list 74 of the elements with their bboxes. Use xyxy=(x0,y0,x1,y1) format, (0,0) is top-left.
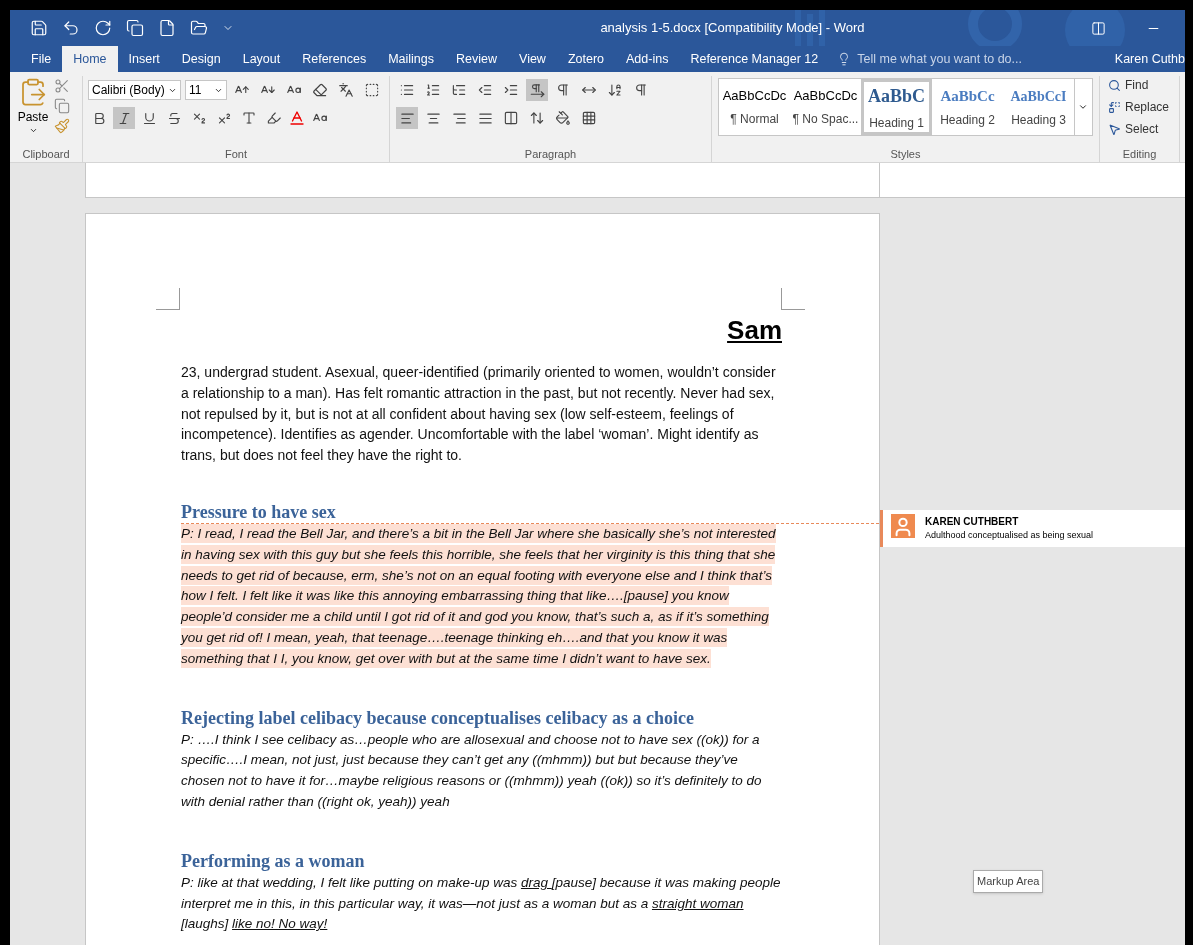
ribbon-tab[interactable]: Mailings xyxy=(377,46,445,72)
section-heading: Rejecting label celibacy because conceptualises celibacy as a choice xyxy=(181,706,695,729)
ribbon-tab[interactable]: Insert xyxy=(117,46,171,72)
section-heading: Performing as a woman xyxy=(181,849,366,872)
transcript-paragraph: P: ….I think I see celibacy as…people who are allosexual and choose not to have sex ((ok)) for a specific….I mean, not just, just because they can’t get any ((mhmm)) but but because they’ve chosen not to have it for…maybe religious reasons or ((mhmm)) yeah ((ok)) so it’s definitely to do with denial rather than ((right ok, yeah)) yeah xyxy=(181,730,763,811)
section-heading: Pressure to have sex xyxy=(181,501,337,523)
select-button[interactable]: Select xyxy=(1108,120,1171,138)
align-center-icon xyxy=(425,110,441,126)
cut-icon[interactable] xyxy=(54,78,70,94)
align-justify-icon xyxy=(477,110,493,126)
ribbon-tab[interactable]: Design xyxy=(170,46,232,72)
save-icon[interactable] xyxy=(30,19,48,37)
ribbon-tab[interactable]: File xyxy=(20,46,63,72)
comment-balloon[interactable]: KAREN CUTHBERT Adulthood conceptualised as being sexual xyxy=(880,510,1185,547)
style-item[interactable]: AaBbC Heading 1 xyxy=(861,79,932,135)
find-icon xyxy=(1108,78,1121,92)
select-icon xyxy=(1108,122,1121,136)
subscript-icon xyxy=(191,110,207,126)
ribbon-tab[interactable]: Layout xyxy=(231,46,292,72)
strike-icon xyxy=(166,110,182,126)
ribbon-display-icon[interactable] xyxy=(1091,20,1106,36)
style-item[interactable]: AaBbCc Heading 2 xyxy=(932,79,1003,135)
new-icon[interactable] xyxy=(158,19,176,37)
copy-icon[interactable] xyxy=(126,19,144,37)
undo-icon[interactable] xyxy=(62,19,80,37)
ribbon-tab[interactable]: Home xyxy=(62,46,118,72)
tell-me-field[interactable]: Tell me what you want to do... xyxy=(857,49,1058,69)
style-item[interactable]: AaBbCcI Heading 3 xyxy=(1003,79,1074,135)
caret-icon xyxy=(28,126,38,135)
ribbon-tab[interactable]: References xyxy=(291,46,378,72)
redo-icon[interactable] xyxy=(94,19,112,37)
font-size-field[interactable]: 11 xyxy=(185,80,227,100)
italic-icon xyxy=(116,110,132,126)
left-to-right-button[interactable] xyxy=(526,79,548,101)
ribbon-tab[interactable]: Reference Manager 12 xyxy=(679,46,830,72)
group-label: Paragraph xyxy=(524,146,577,162)
align-left-button[interactable] xyxy=(396,107,418,129)
left-to-right-icon xyxy=(529,82,545,98)
comment-text: Adulthood conceptualised as being sexual xyxy=(925,529,1094,542)
user-name[interactable]: Karen Cuthb xyxy=(1114,46,1185,72)
superscript-icon xyxy=(216,110,232,126)
align-left-icon xyxy=(399,110,415,126)
document-title: Sam xyxy=(727,314,782,346)
paste-button[interactable]: Paste xyxy=(16,76,50,146)
font-size-value: 11 xyxy=(189,82,202,99)
ribbon-tab[interactable]: View xyxy=(508,46,557,72)
style-item[interactable]: AaBbCcDc ¶ Normal xyxy=(719,79,790,135)
corner-mark xyxy=(156,288,180,310)
comment-author: KAREN CUTHBERT xyxy=(925,515,1020,529)
group-label: Editing xyxy=(1122,146,1157,162)
markup-area-tooltip: Markup Area xyxy=(973,870,1044,893)
gallery-more-icon[interactable] xyxy=(1077,102,1088,112)
transcript-paragraph: P: like at that wedding, I felt like putting on make-up was drag [pause] because it was making people interpret me in this, in this particular way, it was—not just as a woman but as a straight woman [laughs] like no! No way! xyxy=(181,873,782,934)
avatar-icon xyxy=(891,514,915,538)
open-icon[interactable] xyxy=(190,19,208,37)
replace-icon xyxy=(1108,100,1121,114)
group-label: Styles xyxy=(890,146,921,162)
group-label: Font xyxy=(225,146,247,162)
find-button[interactable]: Find xyxy=(1108,76,1171,94)
align-right-icon xyxy=(451,110,467,126)
ribbon-tab[interactable]: Add-ins xyxy=(615,46,680,72)
font-name-value: Calibri (Body) xyxy=(92,82,165,99)
corner-mark xyxy=(781,288,805,310)
style-item[interactable]: AaBbCcDc ¶ No Spac... xyxy=(790,79,861,135)
italic-button[interactable] xyxy=(113,107,135,129)
ribbon-tab[interactable]: Review xyxy=(445,46,508,72)
font-color-icon[interactable] xyxy=(288,109,306,127)
profile-paragraph: 23, undergrad student. Asexual, queer-identified (primarily oriented to women, wouldn’t consider a relationship to a man). Has felt romantic attraction in the past, but not recently. Never had sex, not repulsed by it, but is not at all confident about having sex (low self-esteem, feelings of incompetence). Identifies as agender. Uncomfortable with the label ‘woman’. Might identify as trans, but does not feel they have the right to. xyxy=(181,363,777,466)
font-name-field[interactable]: Calibri (Body) xyxy=(88,80,181,100)
window-title: analysis 1-5.docx [Compatibility Mode] - Word xyxy=(599,19,866,38)
ribbon-tab[interactable]: Zotero xyxy=(556,46,616,72)
group-label: Clipboard xyxy=(22,146,70,162)
underline-icon xyxy=(141,110,157,126)
replace-button[interactable]: Replace xyxy=(1108,98,1171,116)
